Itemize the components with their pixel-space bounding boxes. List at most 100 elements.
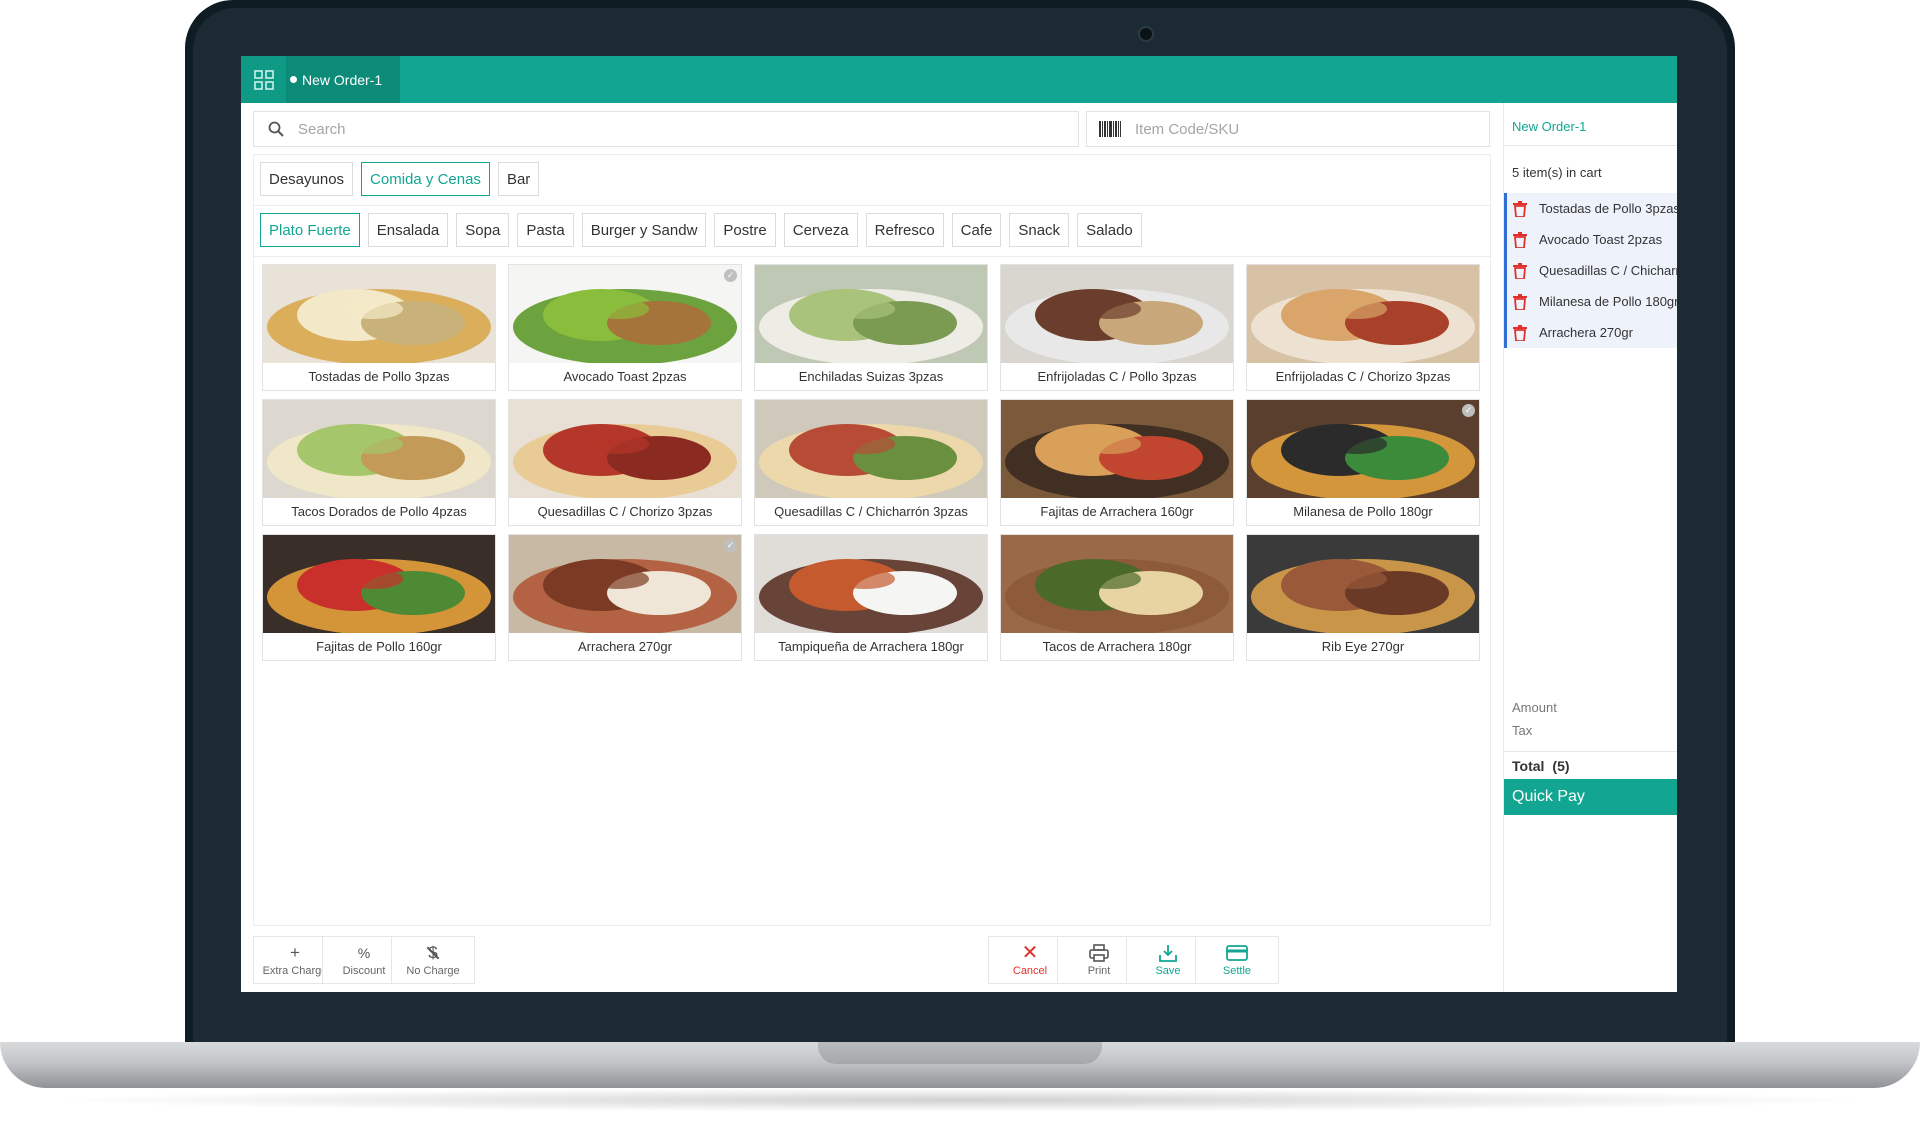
- trash-icon[interactable]: [1513, 200, 1527, 217]
- product-card[interactable]: Fajitas de Arrachera 160gr: [1000, 399, 1234, 526]
- product-card[interactable]: Enchiladas Suizas 3pzas: [754, 264, 988, 391]
- category-tab-comida-y-cenas[interactable]: Comida y Cenas: [361, 162, 490, 196]
- category-tab-bar[interactable]: Bar: [497, 162, 540, 196]
- print-label: Print: [1087, 965, 1111, 977]
- cart-panel: New Order-1 5 item(s) in cart Tostadas d…: [1503, 103, 1677, 992]
- subcategory-tab-ensalada[interactable]: Ensalada: [367, 213, 449, 247]
- sku-box[interactable]: [1086, 111, 1490, 147]
- product-image: [509, 535, 741, 633]
- checkmark-icon: ✓: [1462, 404, 1475, 417]
- product-name: Enchiladas Suizas 3pzas: [798, 369, 944, 384]
- category-tab-desayunos[interactable]: Desayunos: [260, 162, 354, 196]
- checkmark-icon: ✓: [724, 539, 737, 552]
- search-input[interactable]: [296, 119, 1078, 139]
- subcategory-tab-cafe[interactable]: Cafe: [951, 213, 1002, 247]
- product-name: Quesadillas C / Chicharrón 3pzas: [774, 504, 968, 519]
- product-card[interactable]: Quesadillas C / Chicharrón 3pzas: [754, 399, 988, 526]
- no-charge-button[interactable]: $ No Charge: [391, 936, 475, 984]
- subcategory-tab-postre[interactable]: Postre: [714, 213, 776, 247]
- product-card[interactable]: Tacos Dorados de Pollo 4pzas: [262, 399, 496, 526]
- trash-icon[interactable]: [1513, 293, 1527, 310]
- product-image: [1001, 265, 1233, 363]
- product-card[interactable]: Quesadillas C / Chorizo 3pzas: [508, 399, 742, 526]
- subcategory-tab-salado[interactable]: Salado: [1077, 213, 1142, 247]
- cart-item[interactable]: Quesadillas C / Chicharrón 3pzas: [1507, 255, 1677, 286]
- action-bar: + Extra Charge % Discount $ No Charge ✕ …: [253, 936, 1489, 992]
- subcategory-tab-sopa[interactable]: Sopa: [456, 213, 510, 247]
- product-image: [1247, 400, 1479, 498]
- quick-pay-button[interactable]: Quick Pay: [1504, 779, 1677, 815]
- product-card[interactable]: Enfrijoladas C / Chorizo 3pzas: [1246, 264, 1480, 391]
- no-charge-label: No Charge: [406, 965, 460, 977]
- tab-new-order[interactable]: New Order-1: [286, 56, 400, 103]
- subcategory-tab-burger-y-sandw[interactable]: Burger y Sandw: [581, 213, 707, 247]
- divider: [1504, 751, 1677, 752]
- cart-item[interactable]: Tostadas de Pollo 3pzas: [1507, 193, 1677, 224]
- product-name: Avocado Toast 2pzas: [563, 369, 687, 384]
- product-card[interactable]: Avocado Toast 2pzas ✓: [508, 264, 742, 391]
- product-image: [1247, 265, 1479, 363]
- product-image: [755, 400, 987, 498]
- divider: [254, 205, 1490, 206]
- product-image: [1001, 535, 1233, 633]
- webcam: [1138, 26, 1154, 42]
- barcode-icon: [1099, 121, 1121, 137]
- product-card[interactable]: Enfrijoladas C / Pollo 3pzas: [1000, 264, 1234, 391]
- product-image: [263, 265, 495, 363]
- cart-item[interactable]: Avocado Toast 2pzas: [1507, 224, 1677, 255]
- trash-icon[interactable]: [1513, 262, 1527, 279]
- download-icon: [1159, 945, 1177, 962]
- checkmark-icon: ✓: [724, 269, 737, 282]
- trash-icon[interactable]: [1513, 324, 1527, 341]
- subcategory-tab-plato-fuerte[interactable]: Plato Fuerte: [260, 213, 360, 247]
- product-image: [509, 265, 741, 363]
- tax-label: Tax: [1512, 723, 1533, 738]
- product-image: [509, 400, 741, 498]
- product-card[interactable]: Fajitas de Pollo 160gr: [262, 534, 496, 661]
- percent-icon: %: [357, 945, 371, 961]
- product-name: Tacos de Arrachera 180gr: [1042, 639, 1192, 654]
- product-card[interactable]: Tostadas de Pollo 3pzas: [262, 264, 496, 391]
- cart-item-name: Arrachera 270gr: [1539, 325, 1633, 340]
- cart-item[interactable]: Arrachera 270gr: [1507, 317, 1677, 348]
- product-name: Tostadas de Pollo 3pzas: [308, 369, 450, 384]
- product-name: Fajitas de Pollo 160gr: [316, 639, 442, 654]
- subcategory-tab-pasta[interactable]: Pasta: [517, 213, 574, 247]
- cart-item-name: Quesadillas C / Chicharrón 3pzas: [1539, 263, 1677, 278]
- subcategory-tab-cerveza[interactable]: Cerveza: [783, 213, 858, 247]
- product-card[interactable]: Arrachera 270gr ✓: [508, 534, 742, 661]
- cart-item-name: Avocado Toast 2pzas: [1539, 232, 1663, 247]
- search-icon: [268, 121, 284, 137]
- cart-item-list: Tostadas de Pollo 3pzas Avocado Toast 2pz…: [1504, 193, 1677, 348]
- search-box[interactable]: [253, 111, 1079, 147]
- subcategory-tabs: Plato Fuerte Ensalada Sopa Pasta Burger y Sa…: [260, 213, 1142, 247]
- printer-icon: [1089, 944, 1109, 962]
- cart-item-name: Tostadas de Pollo 3pzas: [1539, 201, 1677, 216]
- no-charge-icon: $: [426, 943, 440, 963]
- product-name: Enfrijoladas C / Pollo 3pzas: [1037, 369, 1197, 384]
- product-card[interactable]: Rib Eye 270gr: [1246, 534, 1480, 661]
- apps-grid-button[interactable]: [241, 56, 286, 103]
- product-card[interactable]: Milanesa de Pollo 180gr ✓: [1246, 399, 1480, 526]
- subcategory-tab-snack[interactable]: Snack: [1009, 213, 1070, 247]
- trash-icon[interactable]: [1513, 231, 1527, 248]
- cancel-label: Cancel: [1012, 965, 1048, 977]
- product-name: Rib Eye 270gr: [1321, 639, 1405, 654]
- card-icon: [1226, 945, 1248, 961]
- settle-button[interactable]: Settle: [1195, 936, 1279, 984]
- laptop-shadow: [40, 1088, 1880, 1112]
- sku-input[interactable]: [1133, 119, 1489, 139]
- product-card[interactable]: Tacos de Arrachera 180gr: [1000, 534, 1234, 661]
- settle-label: Settle: [1222, 965, 1252, 977]
- product-card[interactable]: Tampiqueña de Arrachera 180gr: [754, 534, 988, 661]
- save-label: Save: [1155, 965, 1181, 977]
- cart-item[interactable]: Milanesa de Pollo 180gr: [1507, 286, 1677, 317]
- cart-item-name: Milanesa de Pollo 180gr: [1539, 294, 1677, 309]
- tab-label: New Order-1: [302, 71, 383, 88]
- cart-order-title: New Order-1: [1512, 119, 1587, 134]
- product-image: [263, 535, 495, 633]
- product-image: [755, 265, 987, 363]
- subcategory-tab-refresco[interactable]: Refresco: [865, 213, 944, 247]
- product-name: Milanesa de Pollo 180gr: [1293, 504, 1433, 519]
- product-image: [1247, 535, 1479, 633]
